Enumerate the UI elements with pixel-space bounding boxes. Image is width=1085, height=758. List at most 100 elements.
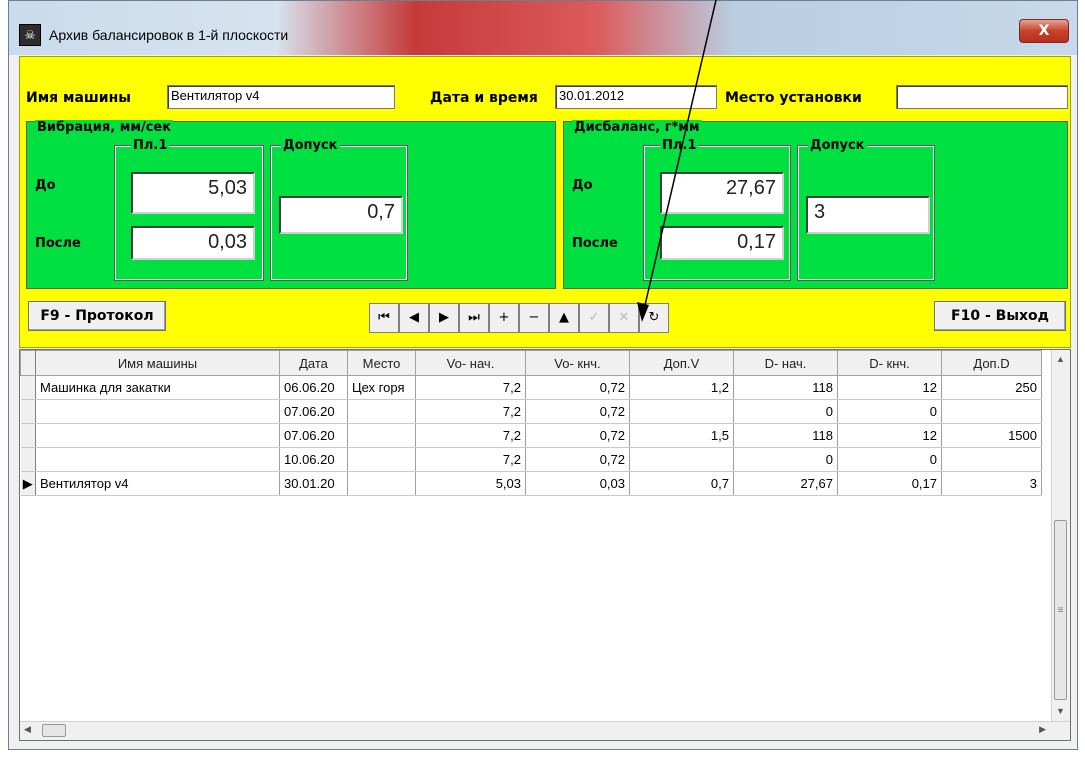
horizontal-scroll-thumb[interactable] (42, 724, 66, 737)
vertical-scrollbar[interactable]: ▲ ≡ ▼ (1051, 350, 1070, 722)
row-indicator[interactable] (20, 375, 36, 400)
table-cell[interactable]: 0,72 (525, 399, 630, 424)
table-cell[interactable]: 7,2 (415, 375, 526, 400)
table-cell[interactable]: 118 (733, 423, 838, 448)
horizontal-scrollbar[interactable]: ◀ ▶ (20, 721, 1070, 740)
scroll-down-icon[interactable]: ▼ (1056, 706, 1065, 716)
table-row[interactable]: ▶ Вентилятор v4 30.01.20 5,03 0,03 0,7 27,67 0,… (20, 471, 1042, 496)
table-cell[interactable]: Машинка для закатки (35, 375, 280, 400)
table-cell[interactable]: 27,67 (733, 471, 838, 496)
imbalance-tolerance-value[interactable]: 3 (806, 196, 930, 234)
table-cell[interactable] (629, 447, 734, 472)
title-bar[interactable]: ☠ Архив балансировок в 1-й плоскости X (9, 1, 1077, 55)
table-cell[interactable]: 7,2 (415, 423, 526, 448)
table-cell[interactable]: Цех горя (347, 375, 416, 400)
table-cell[interactable]: 30.01.20 (279, 471, 348, 496)
table-cell[interactable]: 0,72 (525, 447, 630, 472)
table-cell[interactable]: 06.06.20 (279, 375, 348, 400)
table-cell[interactable]: Вентилятор v4 (35, 471, 280, 496)
imbalance-before-value[interactable]: 27,67 (660, 172, 784, 214)
table-cell[interactable]: 118 (733, 375, 838, 400)
column-header[interactable]: D- нач. (733, 350, 838, 376)
protocol-button[interactable]: F9 - Протокол (28, 301, 166, 331)
row-indicator[interactable]: ▶ (20, 471, 36, 496)
imbalance-before-label: До (572, 178, 593, 193)
table-cell[interactable]: 0,72 (525, 423, 630, 448)
column-header[interactable]: Доп.V (629, 350, 734, 376)
column-header[interactable]: Дата (279, 350, 348, 376)
table-cell[interactable]: 250 (941, 375, 1042, 400)
table-cell[interactable]: 7,2 (415, 447, 526, 472)
table-cell[interactable] (629, 399, 734, 424)
table-row[interactable]: Машинка для закатки 06.06.20 Цех горя 7,2 0,… (20, 375, 1042, 400)
nav-edit-button[interactable]: ▲ (549, 303, 579, 333)
location-field[interactable] (896, 85, 1068, 109)
nav-next-button[interactable]: ▶ (429, 303, 459, 333)
table-cell[interactable]: 0,17 (837, 471, 942, 496)
table-cell[interactable]: 0 (733, 447, 838, 472)
table-row[interactable]: 07.06.20 7,2 0,72 0 0 (20, 399, 1042, 424)
table-cell[interactable] (35, 399, 280, 424)
table-cell[interactable]: 0 (837, 447, 942, 472)
table-cell[interactable]: 1500 (941, 423, 1042, 448)
table-cell[interactable]: 3 (941, 471, 1042, 496)
nav-cancel-button[interactable]: ✕ (609, 303, 639, 333)
table-row[interactable]: 10.06.20 7,2 0,72 0 0 (20, 447, 1042, 472)
datetime-field[interactable]: 30.01.2012 (555, 85, 717, 109)
table-cell[interactable] (941, 447, 1042, 472)
nav-first-button[interactable]: ⏮ (369, 303, 399, 333)
table-cell[interactable]: 0 (837, 399, 942, 424)
table-cell[interactable]: 1,2 (629, 375, 734, 400)
location-label: Место установки (725, 90, 862, 106)
machine-name-field[interactable]: Вентилятор v4 (167, 85, 395, 109)
table-cell[interactable]: 0,72 (525, 375, 630, 400)
close-button[interactable]: X (1019, 19, 1069, 43)
nav-last-button[interactable]: ⏭ (459, 303, 489, 333)
table-cell[interactable] (347, 471, 416, 496)
table-cell[interactable] (347, 423, 416, 448)
nav-post-button[interactable]: ✓ (579, 303, 609, 333)
table-cell[interactable] (347, 447, 416, 472)
table-cell[interactable] (941, 399, 1042, 424)
table-cell[interactable]: 0,7 (629, 471, 734, 496)
table-cell[interactable]: 10.06.20 (279, 447, 348, 472)
records-table: Имя машины Дата Место Vo- нач. Vo- кнч. Доп.V… (20, 350, 1042, 496)
nav-delete-button[interactable]: − (519, 303, 549, 333)
table-cell[interactable]: 07.06.20 (279, 423, 348, 448)
table-cell[interactable]: 1,5 (629, 423, 734, 448)
vertical-scroll-thumb[interactable]: ≡ (1054, 520, 1067, 700)
exit-button[interactable]: F10 - Выход (934, 301, 1066, 331)
vibration-tolerance-value[interactable]: 0,7 (279, 196, 403, 234)
column-header[interactable]: Vo- нач. (415, 350, 526, 376)
table-cell[interactable] (347, 399, 416, 424)
nav-prior-button[interactable]: ◀ (399, 303, 429, 333)
row-indicator[interactable] (20, 447, 36, 472)
row-indicator[interactable] (20, 399, 36, 424)
table-cell[interactable]: 7,2 (415, 399, 526, 424)
table-cell[interactable]: 0 (733, 399, 838, 424)
table-cell[interactable]: 0,03 (525, 471, 630, 496)
scroll-left-icon[interactable]: ◀ (24, 724, 31, 735)
vibration-before-value[interactable]: 5,03 (131, 172, 255, 214)
table-cell[interactable]: 12 (837, 375, 942, 400)
window-title: Архив балансировок в 1-й плоскости (49, 27, 289, 43)
imbalance-after-value[interactable]: 0,17 (660, 226, 784, 260)
nav-refresh-button[interactable]: ↻ (639, 303, 669, 333)
table-cell[interactable] (35, 423, 280, 448)
records-grid[interactable]: Имя машины Дата Место Vo- нач. Vo- кнч. Доп.V… (19, 349, 1071, 741)
column-header[interactable]: Доп.D (941, 350, 1042, 376)
table-row[interactable]: 07.06.20 7,2 0,72 1,5 118 12 1500 (20, 423, 1042, 448)
column-header[interactable]: D- кнч. (837, 350, 942, 376)
scroll-up-icon[interactable]: ▲ (1056, 354, 1065, 364)
scroll-right-icon[interactable]: ▶ (1039, 724, 1046, 735)
column-header[interactable]: Vo- кнч. (525, 350, 630, 376)
table-cell[interactable]: 07.06.20 (279, 399, 348, 424)
table-cell[interactable] (35, 447, 280, 472)
table-cell[interactable]: 5,03 (415, 471, 526, 496)
column-header[interactable]: Имя машины (35, 350, 280, 376)
column-header[interactable]: Место (347, 350, 416, 376)
nav-insert-button[interactable]: + (489, 303, 519, 333)
vibration-after-value[interactable]: 0,03 (131, 226, 255, 260)
table-cell[interactable]: 12 (837, 423, 942, 448)
row-indicator[interactable] (20, 423, 36, 448)
